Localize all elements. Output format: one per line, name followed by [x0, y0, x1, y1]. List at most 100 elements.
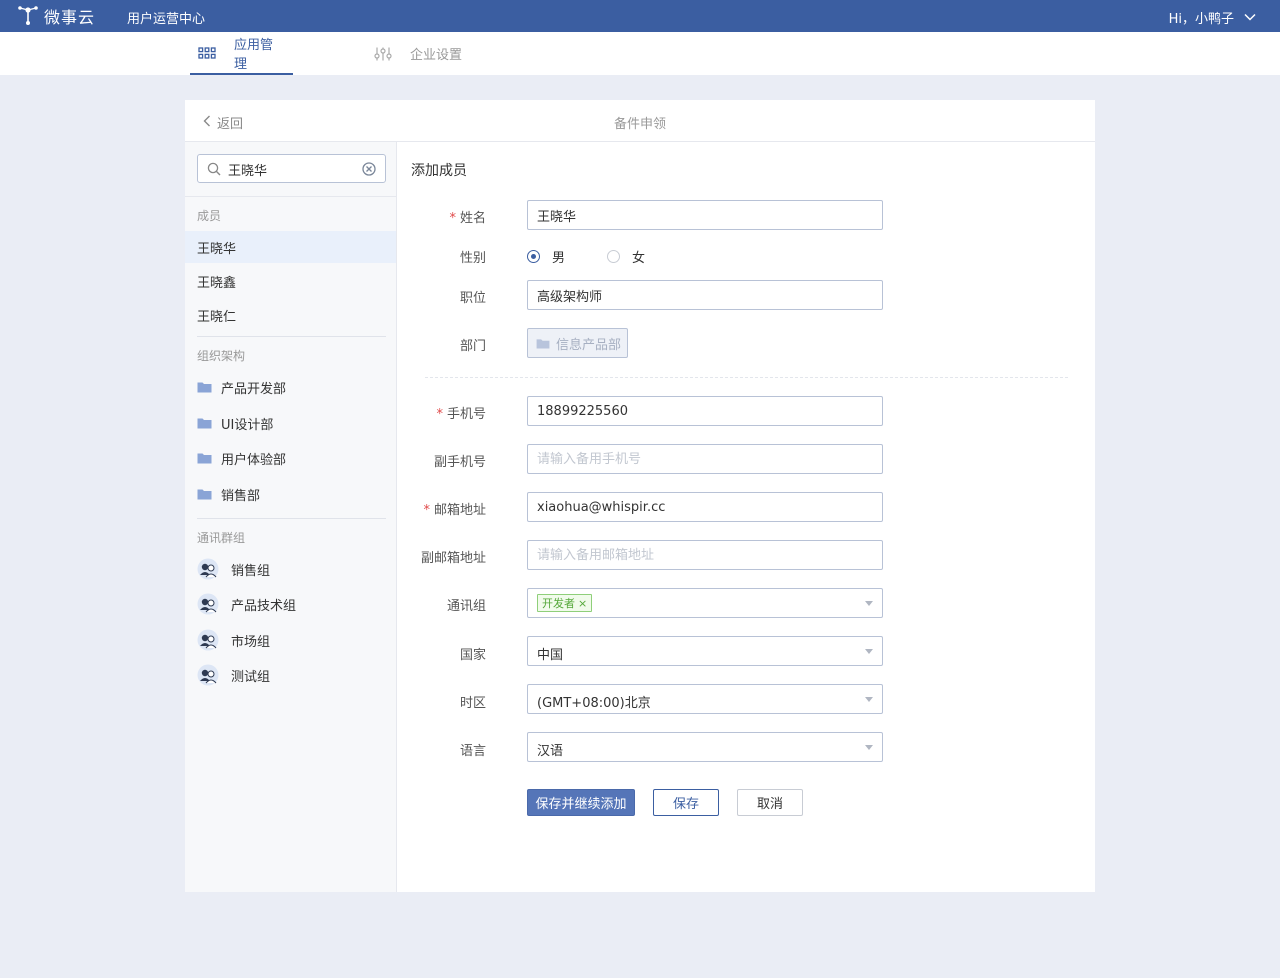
mobile-label: * 手机号	[366, 403, 486, 422]
logo[interactable]: 微事云	[16, 4, 95, 28]
dept-item[interactable]: 销售部	[197, 484, 260, 504]
dept-label: 用户体验部	[221, 452, 287, 468]
dept-item[interactable]: 用户体验部	[197, 448, 286, 468]
gender-male-radio[interactable]: 男	[527, 247, 565, 266]
dept-item[interactable]: 产品开发部	[197, 377, 286, 397]
divider	[185, 196, 396, 197]
folder-icon	[197, 488, 212, 500]
country-label: 国家	[459, 648, 486, 663]
user-greeting: Hi，小鸭子	[1168, 12, 1234, 27]
chevron-down-icon	[1244, 10, 1256, 25]
alt-mobile-label: 副手机号	[433, 455, 486, 470]
email-input[interactable]	[528, 493, 882, 521]
tab-enterprise-settings[interactable]: 企业设置	[374, 32, 462, 75]
alt-mobile-input[interactable]	[528, 445, 882, 473]
member-item[interactable]: 王晓华	[185, 231, 396, 263]
save-and-continue-button[interactable]: 保存并继续添加	[527, 789, 635, 816]
groups-section-label: 通讯群组	[197, 531, 246, 545]
members-section-label: 成员	[197, 209, 222, 223]
dropdown-caret-icon	[865, 649, 873, 654]
gender-label: 性别	[459, 251, 486, 266]
alt-email-input[interactable]	[528, 541, 882, 569]
comm-group-label: 通讯组	[446, 599, 486, 614]
mobile-field[interactable]	[527, 396, 883, 426]
tab-app-management[interactable]: 应用管理	[190, 32, 293, 75]
department-label: 部门	[459, 339, 486, 354]
radio-dot	[607, 250, 620, 263]
position-label: 职位	[459, 291, 486, 306]
group-label: 销售组	[231, 563, 271, 579]
alt-email-label: 副邮箱地址	[420, 551, 486, 566]
group-item[interactable]: 销售组	[197, 557, 270, 581]
group-avatar-icon	[197, 664, 219, 686]
name-field[interactable]	[527, 200, 883, 230]
group-item[interactable]: 产品技术组	[197, 592, 296, 616]
department-select-button[interactable]: 信息产品部	[527, 328, 628, 358]
country-select[interactable]: 中国	[527, 636, 883, 666]
app-name: 用户运营中心	[127, 12, 206, 27]
folder-icon	[197, 452, 212, 464]
tab-label: 企业设置	[410, 48, 463, 63]
language-select[interactable]: 汉语	[527, 732, 883, 762]
secondary-nav: 应用管理 企业设置	[0, 32, 1280, 75]
divider	[197, 336, 386, 337]
group-label: 测试组	[231, 669, 271, 685]
group-label: 市场组	[231, 634, 271, 650]
card-header: 返回 备件申领	[185, 100, 1095, 142]
timezone-select[interactable]: (GMT+08:00)北京	[527, 684, 883, 714]
logo-icon	[18, 6, 38, 25]
folder-icon	[197, 417, 212, 429]
email-field[interactable]	[527, 492, 883, 522]
tag-label: 开发者	[542, 597, 575, 610]
label-text: 手机号	[446, 407, 486, 422]
language-value: 汉语	[537, 744, 564, 759]
name-label: * 姓名	[366, 207, 486, 226]
grid-icon	[198, 46, 216, 59]
timezone-value: (GMT+08:00)北京	[537, 696, 651, 711]
timezone-label: 时区	[459, 696, 486, 711]
user-menu[interactable]: Hi，小鸭子	[1169, 8, 1256, 27]
label-text: 邮箱地址	[433, 503, 486, 518]
alt-email-field[interactable]	[527, 540, 883, 570]
logo-text: 微事云	[44, 8, 96, 27]
alt-mobile-field[interactable]	[527, 444, 883, 474]
save-button[interactable]: 保存	[653, 789, 719, 816]
search-input[interactable]	[228, 159, 358, 179]
member-item[interactable]: 王晓鑫	[185, 265, 396, 297]
group-avatar-icon	[197, 593, 219, 615]
main-card: 返回 备件申领 成员 王晓华 王晓鑫 王晓仁 组织架构 产品开发部 UI设计部	[185, 100, 1095, 892]
required-mark: *	[423, 503, 430, 518]
cancel-button[interactable]: 取消	[737, 789, 803, 816]
group-label: 产品技术组	[231, 598, 297, 614]
dropdown-caret-icon	[865, 745, 873, 750]
gender-female-radio[interactable]: 女	[607, 247, 645, 266]
group-avatar-icon	[197, 629, 219, 651]
group-item[interactable]: 测试组	[197, 663, 270, 687]
folder-icon	[536, 338, 550, 349]
comm-group-select[interactable]: 开发者 ×	[527, 588, 883, 618]
label-text: 姓名	[459, 211, 486, 226]
search-icon	[207, 162, 221, 180]
sliders-icon	[374, 47, 392, 61]
clear-icon[interactable]	[362, 162, 376, 180]
email-label: * 邮箱地址	[366, 499, 486, 518]
top-bar: 微事云 用户运营中心 Hi，小鸭子	[0, 0, 1280, 32]
required-mark: *	[436, 407, 443, 422]
name-input[interactable]	[528, 201, 882, 229]
position-input[interactable]	[528, 281, 882, 309]
language-label: 语言	[459, 744, 486, 759]
mobile-input[interactable]	[528, 397, 882, 425]
form-title: 添加成员	[411, 163, 467, 179]
page-title: 备件申领	[613, 117, 666, 132]
dept-label: UI设计部	[221, 417, 274, 433]
group-avatar-icon	[197, 558, 219, 580]
dropdown-caret-icon	[865, 697, 873, 702]
tag-close-icon[interactable]: ×	[578, 597, 587, 610]
member-item[interactable]: 王晓仁	[185, 299, 396, 331]
group-item[interactable]: 市场组	[197, 628, 270, 652]
country-value: 中国	[537, 648, 564, 663]
dept-item[interactable]: UI设计部	[197, 413, 273, 433]
position-field[interactable]	[527, 280, 883, 310]
department-value: 信息产品部	[556, 337, 622, 353]
dept-label: 产品开发部	[221, 381, 287, 397]
